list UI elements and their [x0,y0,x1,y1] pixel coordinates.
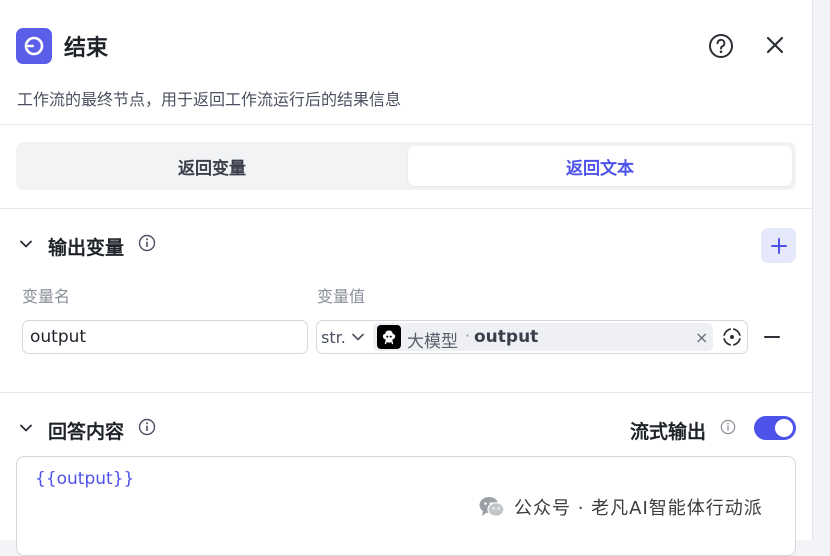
reference-separator: · [465,327,470,345]
return-mode-tabs: 返回变量 返回文本 [16,142,796,190]
chevron-down-icon[interactable] [18,236,34,252]
watermark-text: 公众号 · 老凡AI智能体行动派 [514,498,763,519]
variable-reference-tag[interactable]: 大模型 · output × [373,323,713,352]
info-icon[interactable] [138,418,156,436]
column-label-name: 变量名 [22,287,71,306]
chevron-down-icon [352,333,364,341]
divider [0,392,812,393]
output-section-title: 输出变量 [48,237,125,259]
stream-output-label: 流式输出 [630,421,707,443]
type-select[interactable]: str. [317,321,373,353]
answer-section-title: 回答内容 [48,421,125,443]
add-variable-button[interactable] [761,228,796,263]
variable-value-field: str. 大模型 · output × [316,320,748,354]
info-icon[interactable] [720,419,736,435]
wechat-icon [479,497,505,517]
end-node-panel: 结束 工作流的最终节点，用于返回工作流运行后的结果信息 返回变量 返回文本 输出… [0,0,813,556]
reference-node-name: 大模型 [407,332,458,352]
page-title: 结束 [64,36,109,61]
toggle-knob [775,419,793,437]
column-label-value: 变量值 [317,287,366,306]
divider [0,208,812,209]
type-select-value: str. [321,327,346,347]
variable-name-input[interactable] [22,320,308,354]
info-icon[interactable] [138,234,156,252]
node-description: 工作流的最终节点，用于返回工作流运行后的结果信息 [17,90,402,109]
reference-variable-name: output [474,327,539,347]
clear-icon[interactable]: × [695,328,708,347]
target-icon[interactable] [722,327,742,347]
minus-icon[interactable] [763,328,781,346]
tab-return-variables[interactable]: 返回变量 [20,146,404,186]
answer-content-text: {{output}} [35,469,135,489]
end-node-icon [16,28,52,64]
help-icon[interactable] [708,33,734,59]
chevron-down-icon[interactable] [18,420,34,436]
watermark: 公众号 · 老凡AI智能体行动派 [478,494,763,520]
plus-icon [770,237,787,254]
model-icon [377,325,401,349]
panel-header: 结束 工作流的最终节点，用于返回工作流运行后的结果信息 [0,0,812,125]
tab-return-text[interactable]: 返回文本 [408,146,792,186]
stream-output-toggle[interactable] [754,416,796,440]
close-icon[interactable] [764,34,786,56]
